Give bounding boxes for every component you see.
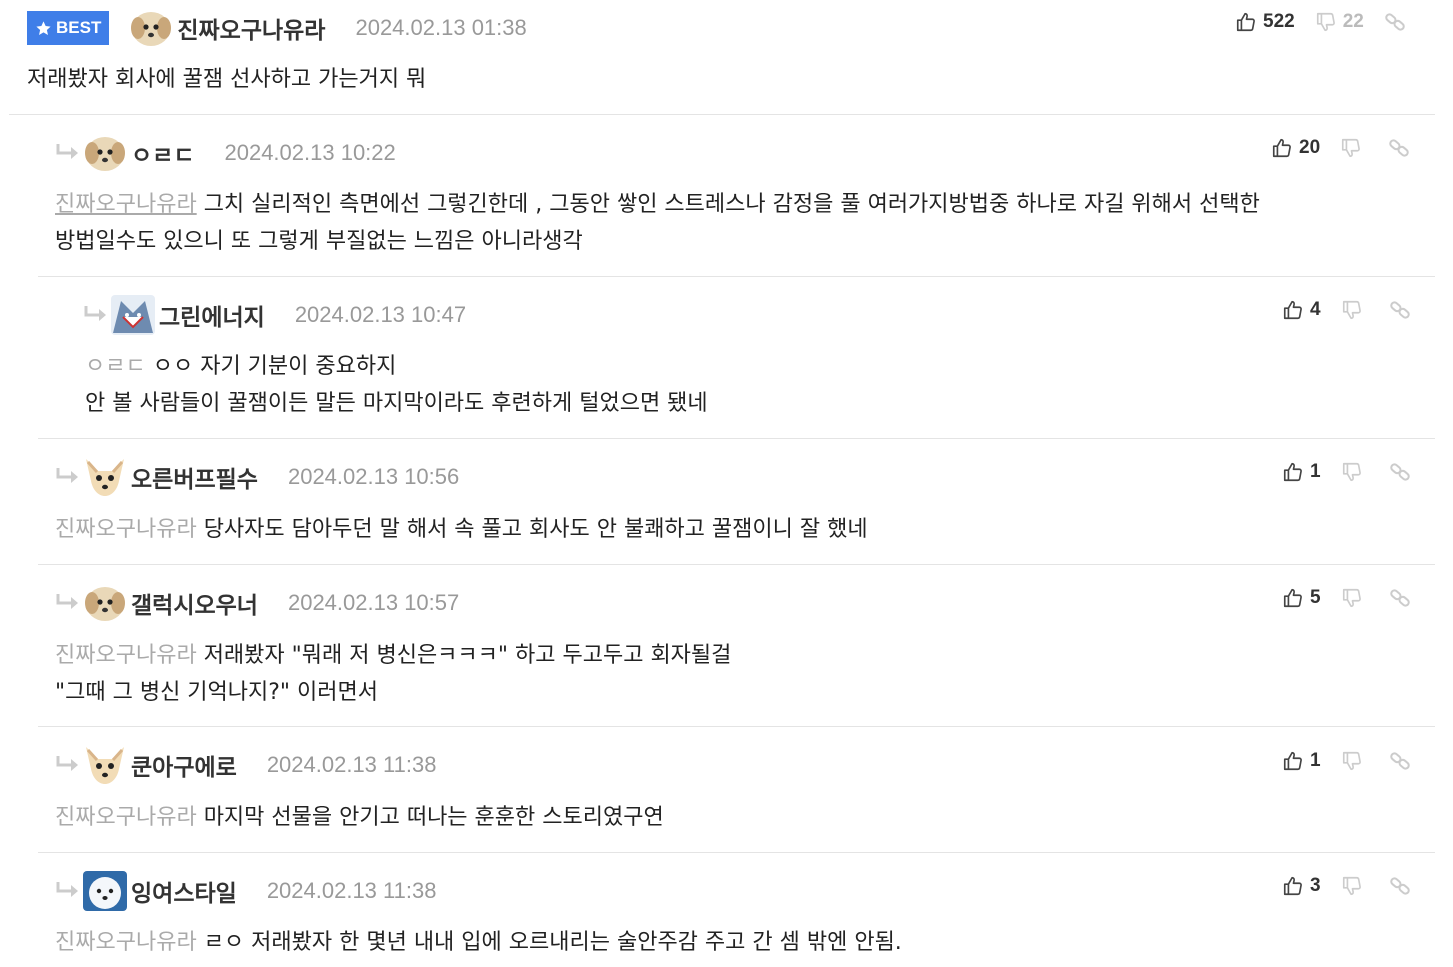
comment-line: 마지막 선물을 안기고 떠나는 훈훈한 스토리였구연	[203, 805, 664, 830]
comment-line: 저래봤자 "뭐래 저 병신은ㅋㅋㅋ" 하고 두고두고 회자될걸	[203, 643, 732, 668]
avatar[interactable]	[83, 745, 127, 785]
comment-line: 안 볼 사람들이 꿀잼이든 말든 마지막이라도 후련하게 털었으면 됐네	[85, 391, 708, 416]
thumbs-down-icon[interactable]	[1341, 461, 1363, 483]
thumbs-up-icon[interactable]	[1282, 299, 1304, 321]
thumbs-up-icon[interactable]	[1282, 750, 1304, 772]
best-badge: BEST	[27, 11, 110, 45]
divider	[38, 276, 1435, 277]
comment-line: "그때 그 병신 기억나지?" 이러면서	[55, 680, 379, 705]
comment-line: 당사자도 담아두던 말 해서 속 풀고 회사도 안 불쾌하고 꿀잼이니 잘 했네	[203, 517, 868, 542]
mention-link[interactable]: 진짜오구나유라	[55, 192, 197, 217]
comment-date: 2024.02.13 10:57	[287, 590, 460, 615]
comment-date: 2024.02.13 01:38	[355, 15, 527, 40]
comment-line: ㄹㅇ 저래봤자 한 몇년 내내 입에 오르내리는 술안주감 주고 간 셈 밖엔 …	[203, 930, 902, 955]
author-nickname[interactable]: 갤럭시오우너	[131, 586, 258, 620]
divider	[38, 438, 1435, 439]
best-label: BEST	[56, 18, 102, 37]
upvote-count: 1	[1310, 750, 1321, 771]
comment-text: 진짜오구나유라 마지막 선물을 안기고 떠나는 훈훈한 스토리였구연	[55, 799, 664, 836]
avatar[interactable]	[83, 583, 127, 623]
thumbs-down-icon[interactable]	[1341, 750, 1363, 772]
link-icon[interactable]	[1389, 750, 1411, 772]
link-icon[interactable]	[1388, 137, 1410, 159]
mention-link[interactable]: 진짜오구나유라	[55, 930, 197, 955]
divider	[38, 564, 1435, 565]
thumbs-down-icon[interactable]	[1341, 587, 1363, 609]
thumbs-down-icon[interactable]	[1315, 11, 1337, 33]
thumbs-up-icon[interactable]	[1235, 11, 1257, 33]
avatar[interactable]	[83, 871, 127, 911]
mention-link[interactable]: ㅇㄹㄷ	[85, 354, 146, 379]
author-nickname[interactable]: 오른버프필수	[131, 460, 258, 494]
reply-arrow-icon	[55, 754, 81, 776]
reply-arrow-icon	[55, 880, 81, 902]
mention-link[interactable]: 진짜오구나유라	[55, 643, 197, 668]
comment-text: ㅇㄹㄷ ㅇㅇ 자기 기분이 중요하지 안 볼 사람들이 꿀잼이든 말든 마지막이…	[85, 348, 708, 422]
link-icon[interactable]	[1389, 875, 1411, 897]
thumbs-down-icon[interactable]	[1341, 299, 1363, 321]
link-icon[interactable]	[1389, 587, 1411, 609]
mention-link[interactable]: 진짜오구나유라	[55, 517, 197, 542]
avatar[interactable]	[83, 457, 127, 497]
link-icon[interactable]	[1384, 11, 1406, 33]
comment-date: 2024.02.13 10:56	[287, 464, 460, 489]
star-icon	[36, 20, 51, 35]
thumbs-up-icon[interactable]	[1282, 461, 1304, 483]
comment-date: 2024.02.13 10:22	[224, 140, 396, 165]
upvote-count: 3	[1310, 875, 1321, 896]
thumbs-down-icon[interactable]	[1340, 137, 1362, 159]
upvote-count: 5	[1310, 587, 1321, 608]
comment-date: 2024.02.13 11:38	[266, 878, 437, 903]
divider	[9, 114, 1435, 115]
upvote-count: 1	[1310, 461, 1321, 482]
reply-arrow-icon	[55, 142, 81, 164]
reply-arrow-icon	[83, 304, 109, 326]
comment-text: 진짜오구나유라 저래봤자 "뭐래 저 병신은ㅋㅋㅋ" 하고 두고두고 회자될걸 …	[55, 637, 731, 711]
author-nickname[interactable]: 잉여스타일	[131, 874, 237, 908]
comment-line: 저래봤자 회사에 꿀잼 선사하고 가는거지 뭐	[27, 67, 427, 92]
divider	[38, 852, 1435, 853]
comment-line: ㅇㅇ 자기 기분이 중요하지	[152, 354, 397, 379]
comment-text: 진짜오구나유라 당사자도 담아두던 말 해서 속 풀고 회사도 안 불쾌하고 꿀…	[55, 511, 868, 548]
thumbs-up-icon[interactable]	[1271, 137, 1293, 159]
downvote-count: 22	[1342, 11, 1364, 32]
comment-text: 진짜오구나유라 ㄹㅇ 저래봤자 한 몇년 내내 입에 오르내리는 술안주감 주고…	[55, 924, 902, 961]
link-icon[interactable]	[1389, 461, 1411, 483]
mention-link[interactable]: 진짜오구나유라	[55, 805, 197, 830]
divider	[38, 726, 1435, 727]
comment-date: 2024.02.13 11:38	[266, 752, 437, 777]
comment-text: 진짜오구나유라 그치 실리적인 측면에선 그렇긴한데 , 그동안 쌓인 스트레스…	[55, 186, 1260, 260]
link-icon[interactable]	[1389, 299, 1411, 321]
author-nickname[interactable]: 그린에너지	[159, 298, 265, 332]
avatar[interactable]	[83, 133, 127, 173]
comment-date: 2024.02.13 10:47	[294, 302, 467, 327]
upvote-count: 522	[1263, 11, 1295, 32]
comment-line: 방법일수도 있으니 또 그렇게 부질없는 느낌은 아니라생각	[55, 229, 583, 254]
reply-arrow-icon	[55, 466, 81, 488]
avatar[interactable]	[129, 8, 173, 48]
author-nickname[interactable]: 진짜오구나유라	[177, 11, 325, 45]
thumbs-up-icon[interactable]	[1282, 587, 1304, 609]
upvote-count: 20	[1299, 137, 1321, 158]
author-nickname[interactable]: ㅇㄹㄷ	[131, 136, 194, 170]
upvote-count: 4	[1310, 299, 1321, 320]
avatar[interactable]	[111, 295, 155, 335]
reply-arrow-icon	[55, 592, 81, 614]
author-nickname[interactable]: 쿤아구에로	[131, 748, 237, 782]
thumbs-down-icon[interactable]	[1341, 875, 1363, 897]
comment-line: 그치 실리적인 측면에선 그렇긴한데 , 그동안 쌓인 스트레스나 감정을 풀 …	[203, 192, 1260, 217]
thumbs-up-icon[interactable]	[1282, 875, 1304, 897]
comment-text: 저래봤자 회사에 꿀잼 선사하고 가는거지 뭐	[27, 61, 426, 98]
